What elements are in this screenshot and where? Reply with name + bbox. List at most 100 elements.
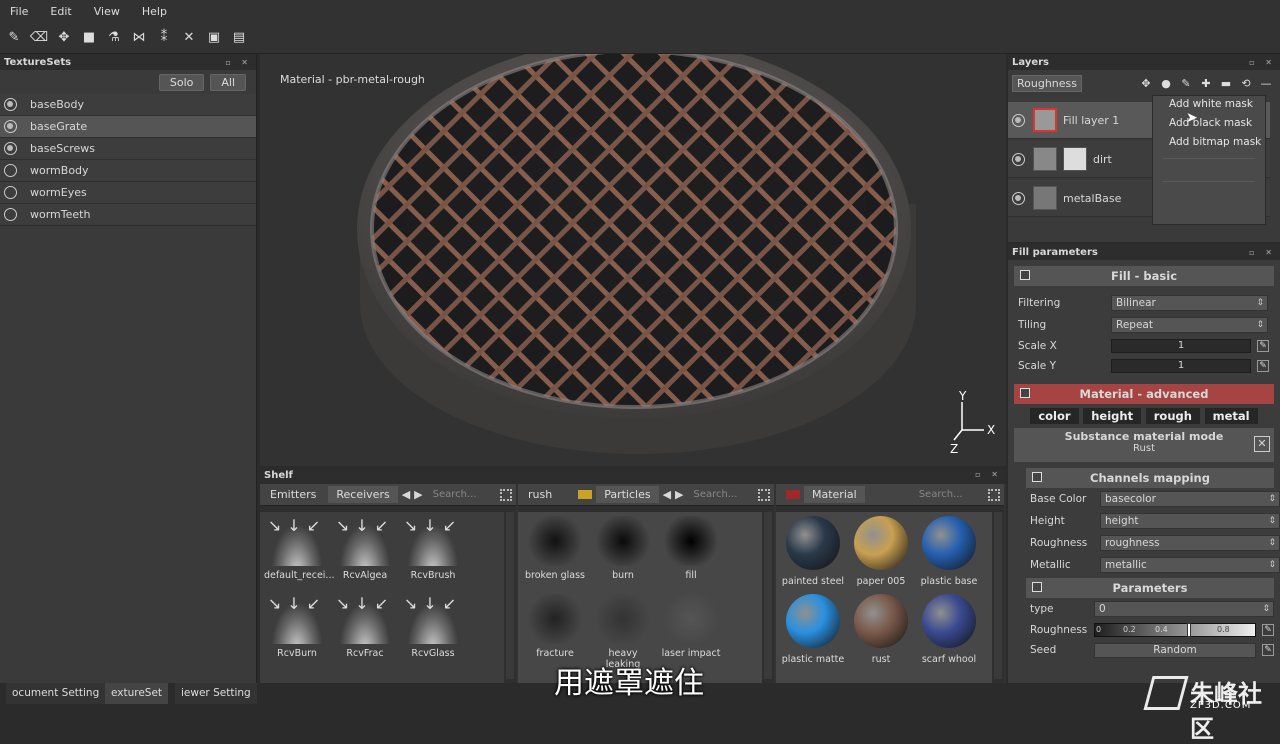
search-input[interactable]: Search...	[433, 489, 477, 500]
eraser-icon[interactable]: ⌫	[29, 28, 49, 48]
shelf-item[interactable]: plastic base	[916, 516, 982, 587]
visibility-icon[interactable]	[1012, 152, 1025, 166]
tab-prev-icon[interactable]: ◀	[663, 488, 671, 501]
chip-rough[interactable]: rough	[1145, 408, 1200, 424]
add-fill-layer-icon[interactable]: ✚	[1198, 75, 1214, 91]
edit-icon[interactable]: ✎	[1257, 360, 1269, 372]
paint-brush-icon[interactable]: ✎	[4, 28, 24, 48]
delete-layer-icon[interactable]: —	[1258, 75, 1274, 91]
menu-help[interactable]: Help	[142, 5, 167, 18]
shelf-item[interactable]: ↘↓↙ default_recei...	[264, 516, 335, 581]
random-seed-button[interactable]: Random	[1094, 642, 1256, 658]
search-input[interactable]: Search...	[919, 489, 963, 500]
shelf-item[interactable]: fracture	[522, 594, 588, 659]
textureset-radio-icon[interactable]	[4, 208, 17, 221]
mirror-icon[interactable]: ⁑	[154, 28, 174, 48]
panel-window-icons[interactable]: ▫ ✕	[975, 470, 1002, 484]
menu-view[interactable]: View	[94, 5, 120, 18]
channel-map-select[interactable]: height	[1100, 513, 1280, 529]
chip-color[interactable]: color	[1030, 408, 1079, 424]
shelf-item[interactable]: painted steel	[780, 516, 846, 587]
add-effect-icon[interactable]: ✥	[1138, 75, 1154, 91]
scrollbar[interactable]	[994, 512, 1002, 679]
parameters-header[interactable]: Parameters	[1026, 578, 1274, 598]
projection-icon[interactable]: ✥	[54, 28, 74, 48]
edit-icon[interactable]: ✎	[1262, 644, 1274, 656]
camera-icon[interactable]: ▤	[229, 28, 249, 48]
color-picker-icon[interactable]: ⚗	[104, 28, 124, 48]
textureset-radio-icon[interactable]	[4, 186, 17, 199]
scrollbar[interactable]	[764, 512, 772, 679]
tab-document-settings[interactable]: ocument Setting	[6, 683, 106, 704]
view-3d-icon[interactable]: ▣	[204, 28, 224, 48]
filtering-select[interactable]: Bilinear	[1111, 295, 1268, 311]
grid-view-icon[interactable]	[988, 488, 1000, 501]
add-white-mask-item[interactable]: Add white mask	[1153, 95, 1265, 114]
tab-particles[interactable]: Particles	[596, 486, 659, 503]
type-select[interactable]: 0	[1094, 601, 1274, 617]
shelf-item[interactable]: plastic matte	[780, 594, 846, 665]
duplicate-layer-icon[interactable]: ⟲	[1238, 75, 1254, 91]
menu-edit[interactable]: Edit	[50, 5, 71, 18]
chip-metal[interactable]: metal	[1204, 408, 1258, 424]
tab-next-icon[interactable]: ▶	[675, 488, 683, 501]
textureset-radio-icon[interactable]	[4, 142, 17, 155]
channel-select[interactable]: Roughness	[1012, 74, 1083, 92]
add-bitmap-mask-item[interactable]: Add bitmap mask	[1153, 133, 1265, 152]
textureset-radio-icon[interactable]	[4, 98, 17, 111]
shelf-item[interactable]: fill	[658, 516, 724, 581]
textureset-item[interactable]: baseScrews	[0, 138, 256, 160]
scalex-slider[interactable]: 1	[1111, 339, 1251, 353]
3d-viewport[interactable]: Material - pbr-metal-rough Y X Z	[260, 54, 1006, 466]
solo-button[interactable]: Solo	[158, 73, 205, 91]
textureset-item[interactable]: wormTeeth	[0, 204, 256, 226]
textureset-item[interactable]: wormBody	[0, 160, 256, 182]
tiling-select[interactable]: Repeat	[1111, 317, 1268, 333]
panel-window-icons[interactable]: ▫ ✕	[225, 58, 252, 67]
edit-icon[interactable]: ✎	[1257, 340, 1269, 352]
close-icon[interactable]: ✕	[1254, 436, 1270, 452]
shelf-item[interactable]: rust	[848, 594, 914, 665]
tab-emitters[interactable]: Emitters	[262, 486, 324, 503]
add-black-mask-item[interactable]: Add black mask	[1153, 114, 1265, 133]
shelf-item[interactable]: laser impact	[658, 594, 724, 659]
scrollbar[interactable]	[506, 512, 514, 679]
fill-basic-header[interactable]: Fill - basic	[1014, 266, 1274, 286]
add-mask-icon[interactable]: ●	[1158, 75, 1174, 91]
shelf-item[interactable]: ↘↓↙ RcvGlass	[400, 594, 466, 659]
tab-brush[interactable]: rush	[520, 486, 560, 503]
polygon-fill-icon[interactable]: ■	[79, 28, 99, 48]
edit-icon[interactable]: ✎	[1262, 624, 1274, 636]
scaley-slider[interactable]: 1	[1111, 359, 1251, 373]
menu-file[interactable]: File	[10, 5, 28, 18]
add-folder-icon[interactable]: ▬	[1218, 75, 1234, 91]
tab-receivers[interactable]: Receivers	[328, 486, 398, 503]
textureset-item[interactable]: wormEyes	[0, 182, 256, 204]
textureset-radio-icon[interactable]	[4, 120, 17, 133]
shelf-item[interactable]: ↘↓↙ RcvBurn	[264, 594, 330, 659]
shelf-item[interactable]: scarf whool	[916, 594, 982, 665]
chip-height[interactable]: height	[1083, 408, 1142, 424]
search-input[interactable]: Search...	[694, 489, 738, 500]
symmetry-icon[interactable]: ⋈	[129, 28, 149, 48]
shelf-item[interactable]: paper 005	[848, 516, 914, 587]
roughness-gradient-slider[interactable]: 0 0.2 0.4 0.8	[1094, 623, 1256, 637]
shelf-item[interactable]: burn	[590, 516, 656, 581]
tab-textureset[interactable]: extureSet	[105, 683, 169, 704]
grid-view-icon[interactable]	[500, 488, 512, 501]
textureset-radio-icon[interactable]	[4, 164, 17, 177]
visibility-icon[interactable]	[1012, 191, 1025, 205]
shelf-item[interactable]: ↘↓↙ RcvFrac	[332, 594, 398, 659]
shelf-item[interactable]: ↘↓↙ RcvAlgea	[332, 516, 398, 581]
channel-map-select[interactable]: metallic	[1100, 557, 1280, 573]
panel-window-icons[interactable]: ▫ ✕	[1249, 58, 1276, 67]
channel-map-select[interactable]: roughness	[1100, 535, 1280, 551]
tab-next-icon[interactable]: ▶	[414, 488, 422, 501]
tab-prev-icon[interactable]: ◀	[402, 488, 410, 501]
slider-handle[interactable]	[1187, 623, 1191, 637]
all-button[interactable]: All	[210, 73, 246, 91]
channel-map-select[interactable]: basecolor	[1100, 491, 1280, 507]
material-advanced-header[interactable]: Material - advanced	[1014, 384, 1274, 404]
panel-window-icons[interactable]: ▫ ✕	[1249, 248, 1276, 257]
add-paint-layer-icon[interactable]: ✎	[1178, 75, 1194, 91]
